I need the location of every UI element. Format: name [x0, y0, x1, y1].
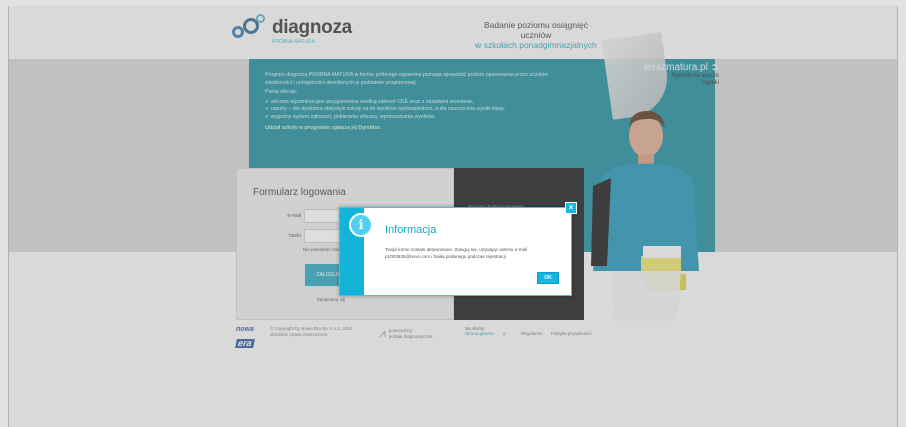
modal-title: Informacja — [385, 224, 437, 236]
ok-button[interactable]: OK — [537, 272, 559, 284]
modal-message: Twoje konto zostało aktywowane. Zaloguj … — [385, 247, 528, 259]
info-icon: i — [349, 213, 373, 237]
close-icon[interactable]: × — [565, 202, 577, 214]
info-modal: i Informacja Twoje konto zostało aktywow… — [339, 202, 577, 296]
